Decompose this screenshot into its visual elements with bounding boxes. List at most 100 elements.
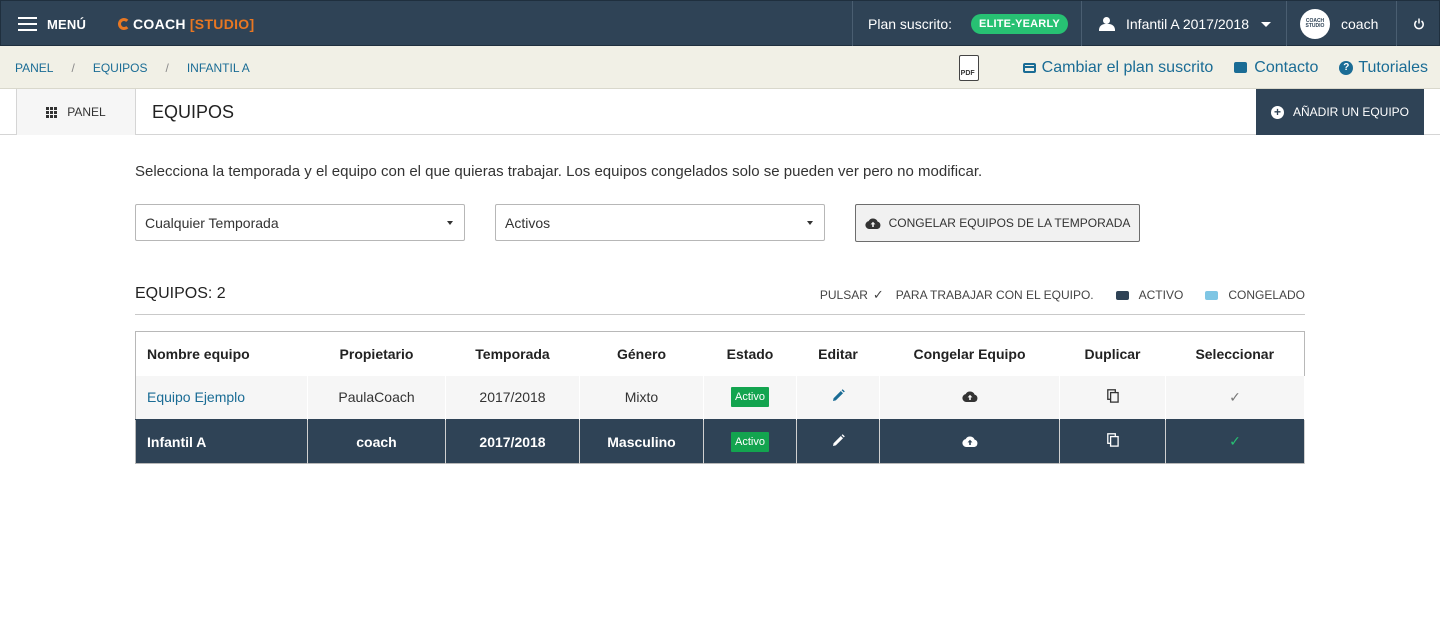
edit-button[interactable] xyxy=(832,389,845,405)
legend-active: ACTIVO xyxy=(1138,288,1184,302)
contact-link[interactable]: Contacto xyxy=(1234,59,1318,77)
gender-cell: Mixto xyxy=(579,375,704,420)
season-cell: 2017/2018 xyxy=(445,375,580,420)
logo-text: COACH xyxy=(133,16,186,32)
freeze-season-teams-label: CONGELAR EQUIPOS DE LA TEMPORADA xyxy=(888,216,1131,230)
tutorials-label: Tutoriales xyxy=(1358,58,1428,76)
cloud-upload-icon xyxy=(864,218,881,229)
copy-icon xyxy=(1106,433,1119,447)
season-cell: 2017/2018 xyxy=(445,419,580,464)
season-select[interactable]: Cualquier Temporada xyxy=(135,204,465,241)
logo-mark-icon xyxy=(118,18,130,30)
logout-button[interactable] xyxy=(1396,1,1440,47)
page-header: PANEL EQUIPOS + AÑADIR UN EQUIPO xyxy=(0,89,1440,135)
avatar: COACH STUDIO xyxy=(1300,9,1330,39)
breadcrumb-item-infantil-a[interactable]: INFANTIL A xyxy=(187,61,250,75)
legend-frozen: CONGELADO xyxy=(1228,288,1305,302)
change-plan-link[interactable]: Cambiar el plan suscrito xyxy=(1022,58,1214,77)
owner-cell: PaulaCoach xyxy=(307,375,446,420)
team-selector-label: Infantil A 2017/2018 xyxy=(1126,16,1249,32)
logo-studio: [STUDIO] xyxy=(189,16,255,32)
caret-down-icon xyxy=(807,221,813,225)
gender-cell: Masculino xyxy=(579,419,704,464)
page-title: EQUIPOS xyxy=(152,101,235,122)
breadcrumb-item-equipos[interactable]: EQUIPOS xyxy=(93,61,148,75)
select-team-button[interactable]: ✓ xyxy=(1229,389,1241,405)
menu-button[interactable]: MENÚ xyxy=(18,1,86,47)
column-header: Seleccionar xyxy=(1165,331,1305,376)
column-header: Propietario xyxy=(307,331,446,376)
status-select[interactable]: Activos xyxy=(495,204,825,241)
duplicate-button[interactable] xyxy=(1106,433,1119,450)
plan-badge: ELITE-YEARLY xyxy=(971,14,1068,34)
hamburger-icon xyxy=(18,17,37,31)
team-selector[interactable]: Infantil A 2017/2018 xyxy=(1081,1,1286,47)
column-header: Congelar Equipo xyxy=(879,331,1060,376)
panel-button[interactable]: PANEL xyxy=(16,89,136,135)
table-header-row: Nombre equipo Propietario Temporada Géne… xyxy=(135,331,1305,376)
column-header: Nombre equipo xyxy=(135,331,308,376)
pencil-icon xyxy=(832,389,845,402)
top-navbar: MENÚ COACH [STUDIO] Plan suscrito: ELITE… xyxy=(0,0,1440,47)
divider xyxy=(135,314,1305,315)
freeze-team-button[interactable] xyxy=(961,434,978,450)
team-name-link[interactable]: Equipo Ejemplo xyxy=(147,389,245,405)
legend-press-after: PARA TRABAJAR CON EL EQUIPO. xyxy=(895,288,1094,302)
username: coach xyxy=(1341,16,1379,32)
breadcrumb-bar: PANEL / EQUIPOS / INFANTIL A PDF Cambiar… xyxy=(0,46,1440,89)
pdf-icon-label: PDF xyxy=(960,69,975,77)
intro-text: Selecciona la temporada y el equipo con … xyxy=(135,163,983,180)
owner-cell: coach xyxy=(307,419,446,464)
breadcrumb-item-panel[interactable]: PANEL xyxy=(15,61,53,75)
legend-press: PULSAR xyxy=(819,288,868,302)
table-row: Equipo Ejemplo PaulaCoach 2017/2018 Mixt… xyxy=(135,375,1305,420)
select-team-button[interactable]: ✓ xyxy=(1229,433,1241,449)
caret-down-icon xyxy=(447,221,453,225)
breadcrumb: PANEL / EQUIPOS / INFANTIL A xyxy=(15,46,250,89)
add-team-button[interactable]: + AÑADIR UN EQUIPO xyxy=(1256,89,1424,135)
tutorials-link[interactable]: ? Tutoriales xyxy=(1339,59,1428,77)
panel-button-label: PANEL xyxy=(67,105,106,119)
frozen-tag-icon xyxy=(1205,290,1219,300)
column-header: Género xyxy=(579,331,704,376)
teams-count: EQUIPOS: 2 xyxy=(135,285,226,302)
change-plan-label: Cambiar el plan suscrito xyxy=(1041,58,1214,76)
teams-table: Nombre equipo Propietario Temporada Géne… xyxy=(135,331,1305,464)
column-header: Temporada xyxy=(445,331,580,376)
check-icon: ✓ xyxy=(872,287,884,302)
chat-icon xyxy=(1234,62,1248,73)
contact-label: Contacto xyxy=(1254,58,1319,76)
edit-button[interactable] xyxy=(832,433,845,450)
subscription-plan: Plan suscrito: ELITE-YEARLY xyxy=(852,1,1068,47)
team-icon xyxy=(1098,17,1116,31)
breadcrumb-separator: / xyxy=(165,60,169,75)
column-header: Estado xyxy=(703,331,797,376)
breadcrumb-separator: / xyxy=(71,60,75,75)
column-header: Editar xyxy=(796,331,880,376)
menu-label: MENÚ xyxy=(47,16,87,32)
grid-icon xyxy=(46,106,58,118)
cloud-upload-icon xyxy=(961,436,977,447)
freeze-season-teams-button[interactable]: CONGELAR EQUIPOS DE LA TEMPORADA xyxy=(855,204,1140,242)
status-badge: Activo xyxy=(731,431,769,452)
copy-icon xyxy=(1106,388,1119,403)
active-tag-icon xyxy=(1115,290,1129,300)
pdf-icon[interactable]: PDF xyxy=(958,54,979,81)
add-team-label: AÑADIR UN EQUIPO xyxy=(1292,105,1409,119)
cloud-upload-icon xyxy=(961,391,977,403)
help-icon: ? xyxy=(1339,60,1354,75)
column-header: Duplicar xyxy=(1059,331,1166,376)
table-row: Infantil A coach 2017/2018 Masculino Act… xyxy=(135,419,1305,464)
duplicate-button[interactable] xyxy=(1106,388,1119,406)
pencil-icon xyxy=(832,433,845,446)
status-badge: Activo xyxy=(731,387,769,408)
header-links: PDF Cambiar el plan suscrito Contacto ? … xyxy=(958,46,1428,89)
team-name-link[interactable]: Infantil A xyxy=(147,434,206,450)
credit-card-icon xyxy=(1022,62,1036,73)
power-icon xyxy=(1414,18,1424,30)
user-menu[interactable]: COACH STUDIO coach xyxy=(1286,1,1396,47)
plus-circle-icon: + xyxy=(1270,105,1284,119)
freeze-team-button[interactable] xyxy=(961,389,978,405)
app-logo[interactable]: COACH [STUDIO] xyxy=(118,1,254,47)
season-select-value: Cualquier Temporada xyxy=(145,214,279,231)
